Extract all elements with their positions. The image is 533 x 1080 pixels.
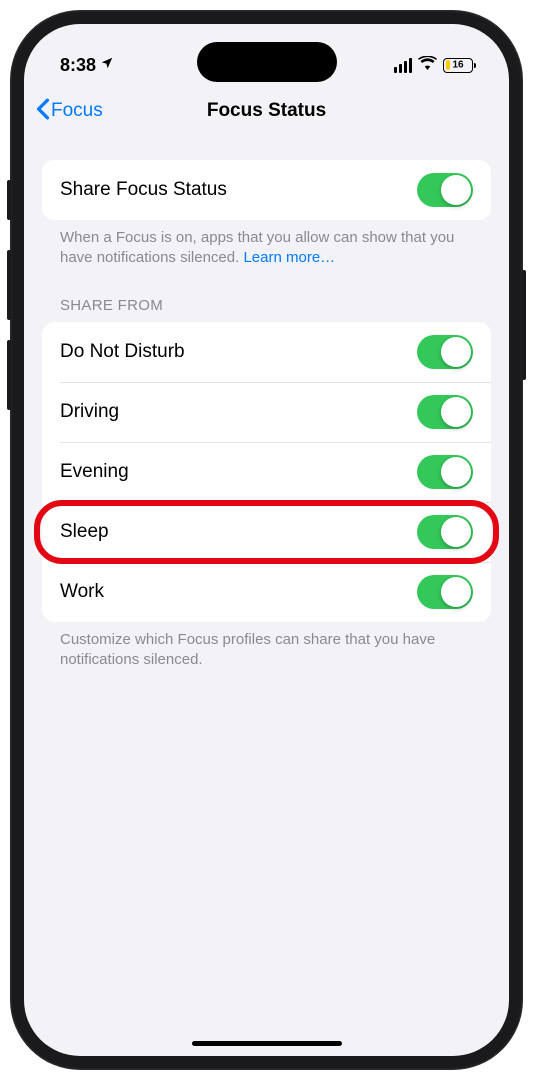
share-from-header: SHARE FROM <box>42 269 491 322</box>
profile-toggle-evening[interactable] <box>417 455 473 489</box>
profile-label: Work <box>60 581 104 603</box>
chevron-left-icon <box>36 97 50 125</box>
profile-row-dnd: Do Not Disturb <box>42 322 491 382</box>
battery-icon: 16 <box>443 58 473 73</box>
power-button <box>522 270 526 380</box>
dynamic-island <box>197 42 337 82</box>
phone-frame: 8:38 16 <box>10 10 523 1070</box>
status-time: 8:38 <box>60 55 96 76</box>
nav-bar: Focus Focus Status <box>24 86 509 136</box>
profiles-footer: Customize which Focus profiles can share… <box>42 622 491 671</box>
back-label: Focus <box>51 100 103 122</box>
profile-label: Sleep <box>60 521 109 543</box>
profile-label: Evening <box>60 461 129 483</box>
profile-label: Driving <box>60 401 119 423</box>
back-button[interactable]: Focus <box>36 97 103 125</box>
profile-row-driving: Driving <box>42 382 491 442</box>
profile-row-work: Work <box>42 562 491 622</box>
profile-toggle-dnd[interactable] <box>417 335 473 369</box>
page-title: Focus Status <box>207 100 326 122</box>
profile-toggle-sleep[interactable] <box>417 515 473 549</box>
wifi-icon <box>418 55 437 75</box>
learn-more-link[interactable]: Learn more… <box>243 249 335 266</box>
profile-label: Do Not Disturb <box>60 341 185 363</box>
mute-switch <box>7 180 11 220</box>
profile-toggle-driving[interactable] <box>417 395 473 429</box>
profile-row-evening: Evening <box>42 442 491 502</box>
home-indicator[interactable] <box>192 1041 342 1046</box>
profile-row-sleep: Sleep <box>42 502 491 562</box>
share-status-footer: When a Focus is on, apps that you allow … <box>42 220 491 269</box>
volume-up-button <box>7 250 11 320</box>
share-status-group: Share Focus Status <box>42 160 491 220</box>
share-focus-status-row: Share Focus Status <box>42 160 491 220</box>
cellular-icon <box>394 58 412 73</box>
volume-down-button <box>7 340 11 410</box>
profiles-group: Do Not Disturb Driving Evening Sleep <box>42 322 491 622</box>
profile-toggle-work[interactable] <box>417 575 473 609</box>
location-icon <box>100 56 114 74</box>
phone-screen: 8:38 16 <box>24 24 509 1056</box>
share-focus-status-toggle[interactable] <box>417 173 473 207</box>
share-focus-status-label: Share Focus Status <box>60 179 227 201</box>
